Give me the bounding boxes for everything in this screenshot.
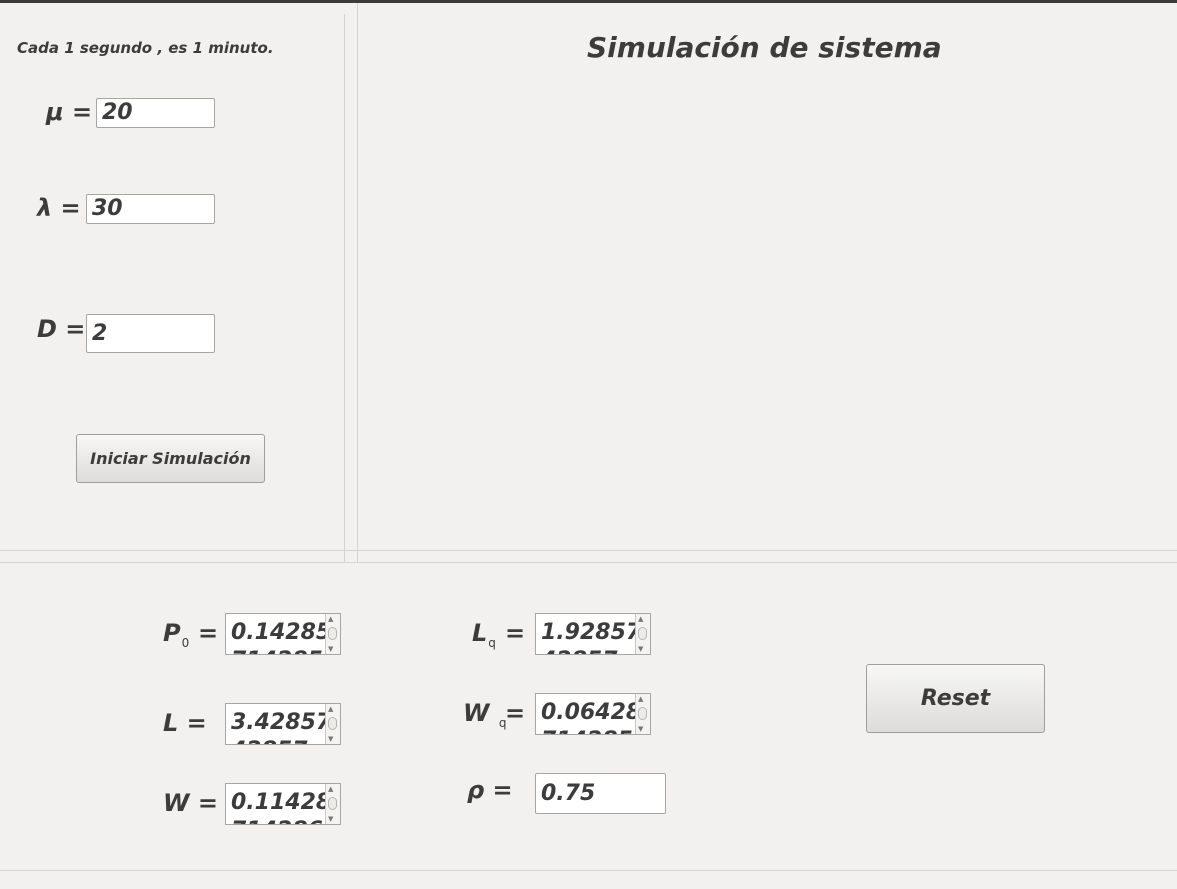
lq-label-subscript: q [488,636,496,650]
simulation-canvas [358,80,1177,550]
lq-value-overflow: 42857 [541,648,618,654]
rho-label: ρ = [467,776,513,804]
l-scrollbar[interactable]: ▲ ▼ [325,704,340,744]
w-output[interactable]: 0.114285 714286 ▲▼ [225,783,341,825]
lq-scrollbar[interactable]: ▲ ▼ [635,614,650,654]
p0-label: P0 [163,619,190,650]
scroll-thumb[interactable] [328,627,337,640]
mu-label: μ = [46,98,93,126]
scroll-up-arrow-icon[interactable]: ▲ [328,705,333,713]
vertical-splitter[interactable] [344,14,345,563]
bottom-divider [0,870,1177,871]
scroll-down-arrow-icon[interactable]: ▼ [328,645,333,653]
w-label: W = [163,789,218,817]
scroll-up-arrow-icon[interactable]: ▲ [638,615,643,623]
wq-label: W q [463,699,506,730]
w-value-overflow: 714286 [231,818,323,824]
scroll-thumb[interactable] [638,707,647,720]
scroll-down-arrow-icon[interactable]: ▼ [328,735,333,743]
lq-output[interactable]: 1.928571 42857 ▲▼ [535,613,651,655]
wq-value-overflow: 714285 [541,728,633,734]
scroll-down-arrow-icon[interactable]: ▼ [638,725,643,733]
p0-value: 0.14285 [231,620,332,645]
p0-scrollbar[interactable]: ▲ ▼ [325,614,340,654]
time-scale-note: Cada 1 segundo , es 1 minuto. [17,39,274,57]
wq-output[interactable]: 0.064285 714285 ▲▼ [535,693,651,735]
wq-label-main: W [463,699,490,727]
w-scrollbar[interactable]: ▲ ▼ [325,784,340,824]
scroll-down-arrow-icon[interactable]: ▼ [638,645,643,653]
scroll-thumb[interactable] [638,627,647,640]
lq-equals: = [505,619,526,647]
horizontal-splitter-edge [0,562,1177,563]
scroll-thumb[interactable] [328,797,337,810]
lq-label-main: L [472,619,488,647]
mu-input[interactable]: 20 [96,98,215,128]
lambda-label: λ = [37,194,81,222]
wq-equals: = [505,699,526,727]
rho-output[interactable]: 0.75 [535,773,666,814]
reset-button[interactable]: Reset [866,664,1045,733]
wq-scrollbar[interactable]: ▲ ▼ [635,694,650,734]
scroll-up-arrow-icon[interactable]: ▲ [328,615,333,623]
p0-equals: = [198,619,219,647]
lambda-input[interactable]: 30 [86,194,215,224]
p0-label-subscript: 0 [181,636,190,650]
p0-label-main: P [163,619,181,647]
p0-output[interactable]: 0.14285 714285 ▲▼ [225,613,341,655]
d-input[interactable]: 2 [86,314,215,353]
l-label: L = [163,709,207,737]
window-top-border [0,0,1177,3]
scroll-up-arrow-icon[interactable]: ▲ [638,695,643,703]
l-value-overflow: 42857 [231,738,308,744]
scroll-down-arrow-icon[interactable]: ▼ [328,815,333,823]
l-output[interactable]: 3.428571 42857 ▲▼ [225,703,341,745]
p0-value-overflow: 714285 [231,648,323,654]
scroll-thumb[interactable] [328,717,337,730]
simulation-title: Simulación de sistema [587,31,942,64]
horizontal-splitter[interactable] [0,550,1177,551]
scroll-up-arrow-icon[interactable]: ▲ [328,785,333,793]
start-simulation-button[interactable]: Iniciar Simulación [76,434,265,483]
lq-label: Lq [472,619,496,650]
d-label: D = [37,315,86,343]
